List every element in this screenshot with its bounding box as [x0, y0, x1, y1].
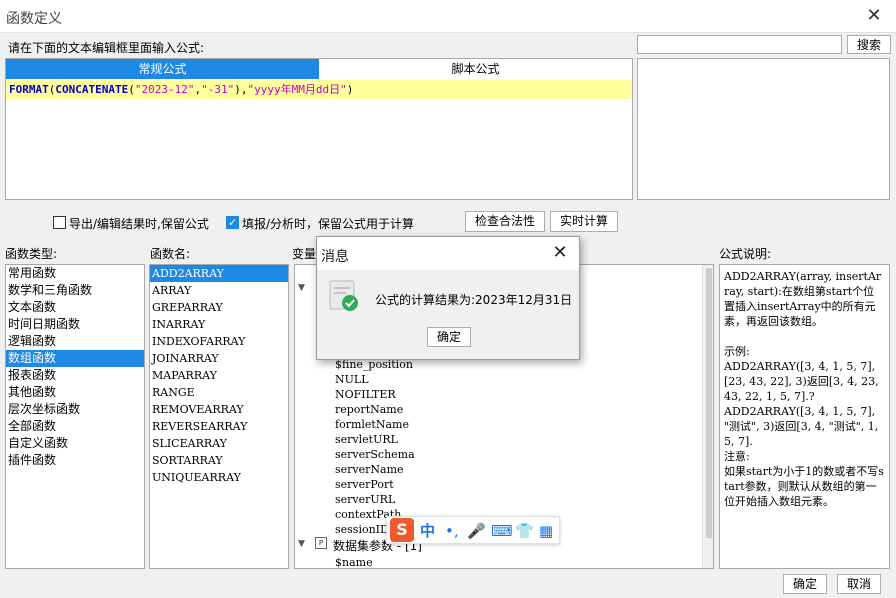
variable-item[interactable]: NOFILTER: [335, 387, 396, 402]
code-string: "-31": [201, 83, 235, 96]
tab-script-formula[interactable]: 脚本公式: [319, 59, 632, 79]
variable-item[interactable]: serverName: [335, 462, 404, 477]
variables-header: 变量: [292, 247, 317, 261]
success-icon: [329, 280, 358, 311]
variable-item[interactable]: formletName: [335, 417, 409, 432]
function-type-item[interactable]: 插件函数: [6, 452, 144, 469]
description-text: ADD2ARRAY([3, 4, 1, 5, 7], "测试", 3)返回[3,…: [724, 405, 879, 448]
ime-skin-icon[interactable]: 👕: [515, 521, 534, 541]
ok-button[interactable]: 确定: [783, 574, 827, 594]
tree-expand-icon[interactable]: ▼: [298, 283, 305, 293]
realtime-calc-button[interactable]: 实时计算: [550, 211, 618, 232]
export-keep-checkbox[interactable]: [53, 216, 66, 229]
window-title: 函数定义: [6, 11, 62, 27]
check-validity-button[interactable]: 检查合法性: [465, 211, 545, 232]
function-name-item[interactable]: INARRAY: [150, 316, 288, 333]
formula-description: ADD2ARRAY(array, insertArray, start):在数组…: [719, 264, 890, 569]
function-type-item[interactable]: 数学和三角函数: [6, 282, 144, 299]
search-results-box[interactable]: [637, 58, 890, 200]
description-text: 示例:: [724, 345, 750, 358]
function-name-item[interactable]: UNIQUEARRAY: [150, 469, 288, 486]
title-bar: 函数定义 ✕: [0, 0, 896, 33]
function-type-item[interactable]: 全部函数: [6, 418, 144, 435]
function-name-list: ADD2ARRAY ARRAY GREPARRAY INARRAY INDEXO…: [149, 264, 289, 569]
function-type-item[interactable]: 报表函数: [6, 367, 144, 384]
function-name-item-selected[interactable]: ADD2ARRAY: [150, 265, 288, 282]
function-type-item[interactable]: 时间日期函数: [6, 316, 144, 333]
formula-text[interactable]: FORMAT(CONCATENATE("2023-12","-31"),"yyy…: [6, 80, 632, 99]
code-string: "2023-12": [134, 83, 195, 96]
function-name-item[interactable]: MAPARRAY: [150, 367, 288, 384]
ime-mic-icon[interactable]: 🎤: [467, 521, 486, 541]
message-dialog: 消息 ✕ 公式的计算结果为:2023年12月31日 确定: [316, 236, 580, 360]
function-name-header: 函数名:: [150, 247, 191, 261]
function-type-item-selected[interactable]: 数组函数: [6, 350, 144, 367]
ime-logo-icon[interactable]: S: [390, 518, 414, 542]
function-name-item[interactable]: GREPARRAY: [150, 299, 288, 316]
fill-keep-checkbox[interactable]: [226, 216, 239, 229]
code-fn-format: FORMAT: [9, 83, 49, 96]
ime-punct-icon[interactable]: •,: [445, 521, 459, 541]
editor-prompt: 请在下面的文本编辑框里面输入公式:: [8, 41, 205, 55]
variable-item[interactable]: serverSchema: [335, 447, 415, 462]
function-name-item[interactable]: JOINARRAY: [150, 350, 288, 367]
variable-item[interactable]: serverURL: [335, 492, 395, 507]
close-icon[interactable]: ✕: [862, 4, 886, 28]
variable-item[interactable]: sessionID: [335, 522, 389, 537]
tree-expand-icon[interactable]: ▼: [298, 539, 305, 549]
dialog-message: 公式的计算结果为:2023年12月31日: [375, 293, 573, 307]
ime-keyboard-icon[interactable]: ⌨: [491, 521, 513, 541]
fill-keep-label: 填报/分析时，保留公式用于计算: [242, 217, 415, 231]
dialog-body: 公式的计算结果为:2023年12月31日 确定: [317, 270, 579, 359]
description-text: 注意:: [724, 450, 750, 463]
variable-item[interactable]: serverPort: [335, 477, 394, 492]
function-name-item[interactable]: REVERSEARRAY: [150, 418, 288, 435]
formula-editor: 常规公式 脚本公式 FORMAT(CONCATENATE("2023-12","…: [5, 58, 633, 200]
variable-item[interactable]: servletURL: [335, 432, 398, 447]
dialog-ok-button[interactable]: 确定: [427, 327, 471, 347]
function-name-item[interactable]: SLICEARRAY: [150, 435, 288, 452]
function-name-item[interactable]: INDEXOFARRAY: [150, 333, 288, 350]
cancel-button[interactable]: 取消: [837, 574, 881, 594]
description-text: 如果start为小于1的数或者不写start参数，则默认从数组的第一位开始插入数…: [724, 465, 884, 508]
scrollbar-thumb[interactable]: [706, 268, 712, 538]
function-type-item[interactable]: 自定义函数: [6, 435, 144, 452]
variable-item[interactable]: NULL: [335, 372, 369, 387]
description-text: ADD2ARRAY(array, insertArray, start):在数组…: [724, 270, 882, 328]
function-name-item[interactable]: REMOVEARRAY: [150, 401, 288, 418]
function-type-list: 常用函数 数学和三角函数 文本函数 时间日期函数 逻辑函数 数组函数 报表函数 …: [5, 264, 145, 569]
dialog-title: 消息: [321, 249, 349, 265]
variable-item[interactable]: reportName: [335, 402, 403, 417]
tab-normal-formula[interactable]: 常规公式: [6, 59, 319, 79]
code-punct: ),: [234, 83, 248, 96]
ime-mode-icon[interactable]: 中: [420, 521, 435, 541]
description-header: 公式说明:: [719, 247, 772, 261]
search-button[interactable]: 搜索: [847, 35, 891, 54]
code-fn-concatenate: CONCATENATE: [55, 83, 129, 96]
dialog-close-icon[interactable]: ✕: [548, 241, 572, 265]
variables-scrollbar[interactable]: [702, 265, 713, 568]
search-input[interactable]: [637, 35, 842, 54]
dataset-group-icon: P: [315, 537, 327, 549]
function-type-item[interactable]: 层次坐标函数: [6, 401, 144, 418]
function-name-item[interactable]: SORTARRAY: [150, 452, 288, 469]
function-name-item[interactable]: ARRAY: [150, 282, 288, 299]
export-keep-label: 导出/编辑结果时,保留公式: [69, 217, 209, 231]
function-type-item[interactable]: 逻辑函数: [6, 333, 144, 350]
function-type-item[interactable]: 常用函数: [6, 265, 144, 282]
ime-toolbar: S 中 •, 🎤 ⌨ 👕 ▦: [386, 516, 560, 544]
function-type-header: 函数类型:: [5, 247, 58, 261]
function-type-item[interactable]: 其他函数: [6, 384, 144, 401]
function-name-item[interactable]: RANGE: [150, 384, 288, 401]
code-punct: ): [346, 83, 354, 96]
description-text: ADD2ARRAY([3, 4, 1, 5, 7], [23, 43, 22],…: [724, 360, 879, 403]
code-punct: (: [128, 83, 135, 96]
dataset-variable-item[interactable]: $name_: [335, 555, 378, 568]
code-string: "yyyy年MM月dd日": [247, 83, 347, 96]
function-type-item[interactable]: 文本函数: [6, 299, 144, 316]
ime-apps-icon[interactable]: ▦: [539, 521, 553, 541]
